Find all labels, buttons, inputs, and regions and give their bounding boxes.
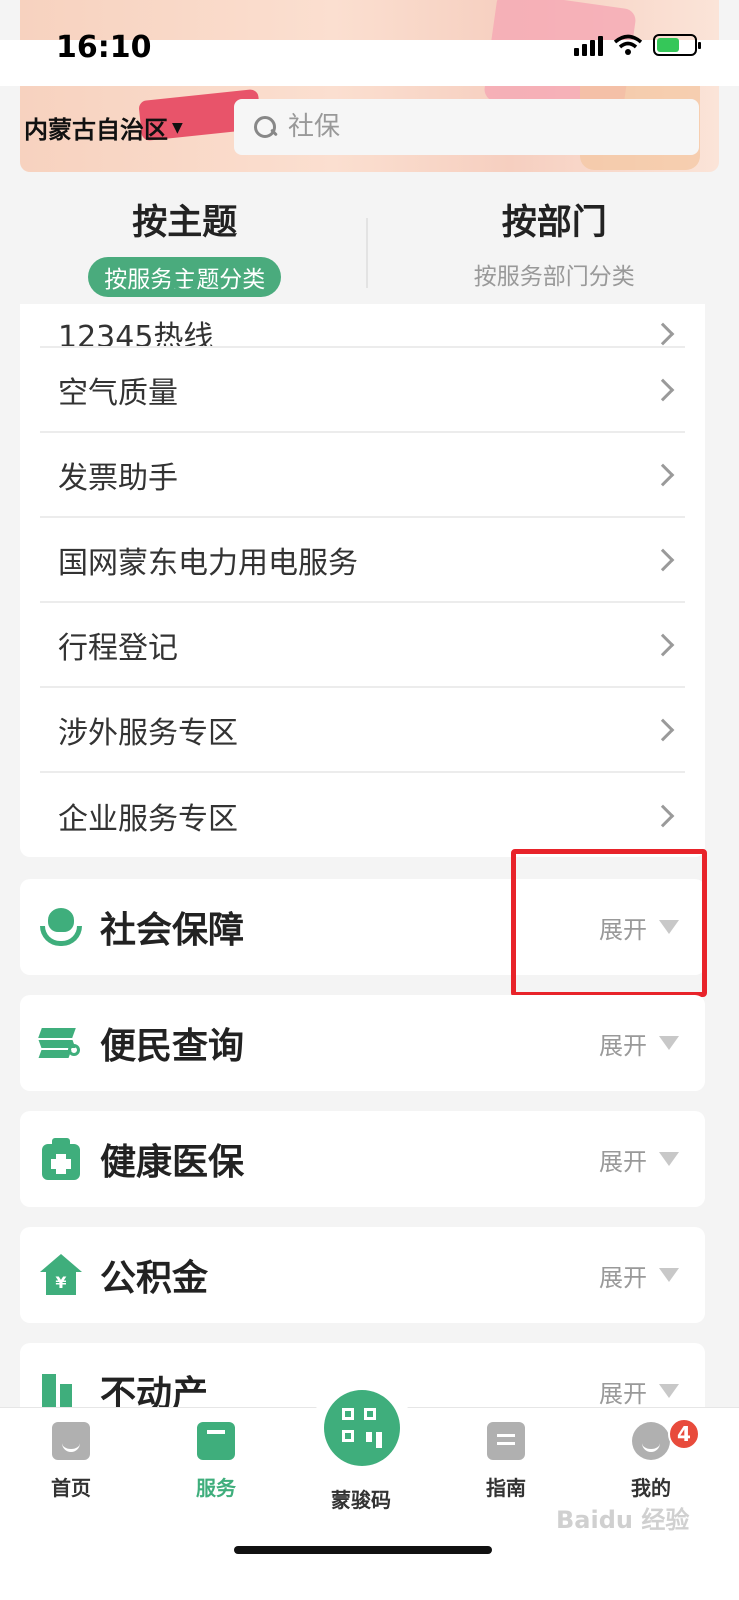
list-item-label: 涉外服务专区 <box>58 715 238 751</box>
expand-toggle[interactable]: 展开 <box>599 1142 679 1177</box>
list-item-label: 国网蒙东电力用电服务 <box>58 545 358 581</box>
tab-divider <box>366 218 368 288</box>
chevron-right-icon <box>651 548 675 571</box>
wifi-icon <box>613 34 643 55</box>
chevron-right-icon <box>651 718 675 741</box>
list-item-label: 空气质量 <box>58 375 178 411</box>
expand-label: 展开 <box>599 1031 647 1060</box>
house-yuan-icon: ¥ <box>40 1254 82 1296</box>
tab-by-department[interactable]: 按部门 按服务部门分类 <box>370 172 739 304</box>
tab-title: 按主题 <box>132 203 238 243</box>
chevron-right-icon <box>651 463 675 486</box>
nav-label: 我的 <box>631 1476 671 1500</box>
book-search-icon <box>38 1022 82 1064</box>
home-icon <box>52 1422 90 1460</box>
expand-toggle[interactable]: 展开 <box>599 1374 679 1409</box>
chevron-right-icon <box>651 322 675 346</box>
guide-icon <box>487 1422 525 1460</box>
chevron-right-icon <box>651 378 675 401</box>
list-item-label: 12345热线 <box>58 320 214 348</box>
expand-label: 展开 <box>599 1379 647 1408</box>
triangle-down-icon <box>659 1152 679 1166</box>
nav-guide[interactable]: 指南 <box>456 1422 556 1501</box>
section-title: 健康医保 <box>100 1142 245 1183</box>
section-health-insurance[interactable]: 健康医保 展开 <box>20 1111 705 1207</box>
list-item-invoice-helper[interactable]: 发票助手 <box>40 433 685 518</box>
service-icon <box>197 1422 235 1460</box>
nav-label: 指南 <box>486 1476 526 1500</box>
watermark: Baidu 经验 <box>556 1506 690 1534</box>
region-selector[interactable]: 内蒙古自治区 ▼ <box>24 110 183 145</box>
nav-qr-code[interactable] <box>312 1378 412 1478</box>
triangle-down-icon <box>659 1036 679 1050</box>
list-item-foreign-services[interactable]: 涉外服务专区 <box>40 688 685 773</box>
notification-badge: 4 <box>668 1418 700 1450</box>
nav-label: 服务 <box>196 1476 236 1500</box>
section-title: 公积金 <box>100 1258 209 1299</box>
list-item-power-service[interactable]: 国网蒙东电力用电服务 <box>40 518 685 603</box>
nav-qr-label-wrap[interactable]: 蒙骏码 <box>311 1472 411 1513</box>
status-time: 16:10 <box>56 30 152 65</box>
section-title: 便民查询 <box>100 1026 245 1067</box>
building-icon <box>40 1370 82 1412</box>
list-item-hotline[interactable]: 12345热线 <box>40 304 685 348</box>
expand-label: 展开 <box>599 1263 647 1292</box>
nav-service[interactable]: 服务 <box>166 1422 266 1501</box>
list-item-air-quality[interactable]: 空气质量 <box>40 348 685 433</box>
signal-icon <box>574 34 603 56</box>
highlight-annotation <box>511 849 707 997</box>
list-item-label: 发票助手 <box>58 460 178 496</box>
medical-kit-icon <box>40 1138 82 1180</box>
region-label: 内蒙古自治区 <box>24 116 168 144</box>
home-indicator <box>234 1546 492 1554</box>
expand-toggle[interactable]: 展开 <box>599 1258 679 1293</box>
chevron-right-icon <box>651 633 675 656</box>
search-bar[interactable] <box>234 99 699 155</box>
profile-icon <box>632 1422 670 1460</box>
list-item-label: 企业服务专区 <box>58 801 238 837</box>
tab-title: 按部门 <box>501 203 607 243</box>
nav-home[interactable]: 首页 <box>21 1422 121 1501</box>
list-item-enterprise-services[interactable]: 企业服务专区 <box>40 773 685 857</box>
section-housing-fund[interactable]: ¥ 公积金 展开 <box>20 1227 705 1323</box>
search-input[interactable] <box>288 112 668 142</box>
triangle-down-icon <box>659 1268 679 1282</box>
section-convenience-query[interactable]: 便民查询 展开 <box>20 995 705 1091</box>
status-icons <box>574 34 701 56</box>
caret-down-icon: ▼ <box>172 119 183 136</box>
heart-hands-icon <box>40 906 82 948</box>
chevron-right-icon <box>651 804 675 827</box>
qr-code-icon <box>324 1390 400 1466</box>
tab-by-theme[interactable]: 按主题 按服务主题分类 <box>0 172 370 304</box>
service-list: 12345热线 空气质量 发票助手 国网蒙东电力用电服务 行程登记 涉外服务专区… <box>20 304 705 857</box>
triangle-down-icon <box>659 1384 679 1398</box>
expand-toggle[interactable]: 展开 <box>599 1026 679 1061</box>
list-item-label: 行程登记 <box>58 630 178 666</box>
tab-subtitle: 按服务部门分类 <box>473 264 635 290</box>
nav-label: 首页 <box>51 1476 91 1500</box>
expand-label: 展开 <box>599 1147 647 1176</box>
category-tabs: 按主题 按服务主题分类 按部门 按服务部门分类 <box>0 172 739 304</box>
nav-label: 蒙骏码 <box>331 1488 391 1512</box>
battery-icon <box>653 34 701 56</box>
list-item-trip-registration[interactable]: 行程登记 <box>40 603 685 688</box>
search-icon <box>252 114 278 140</box>
